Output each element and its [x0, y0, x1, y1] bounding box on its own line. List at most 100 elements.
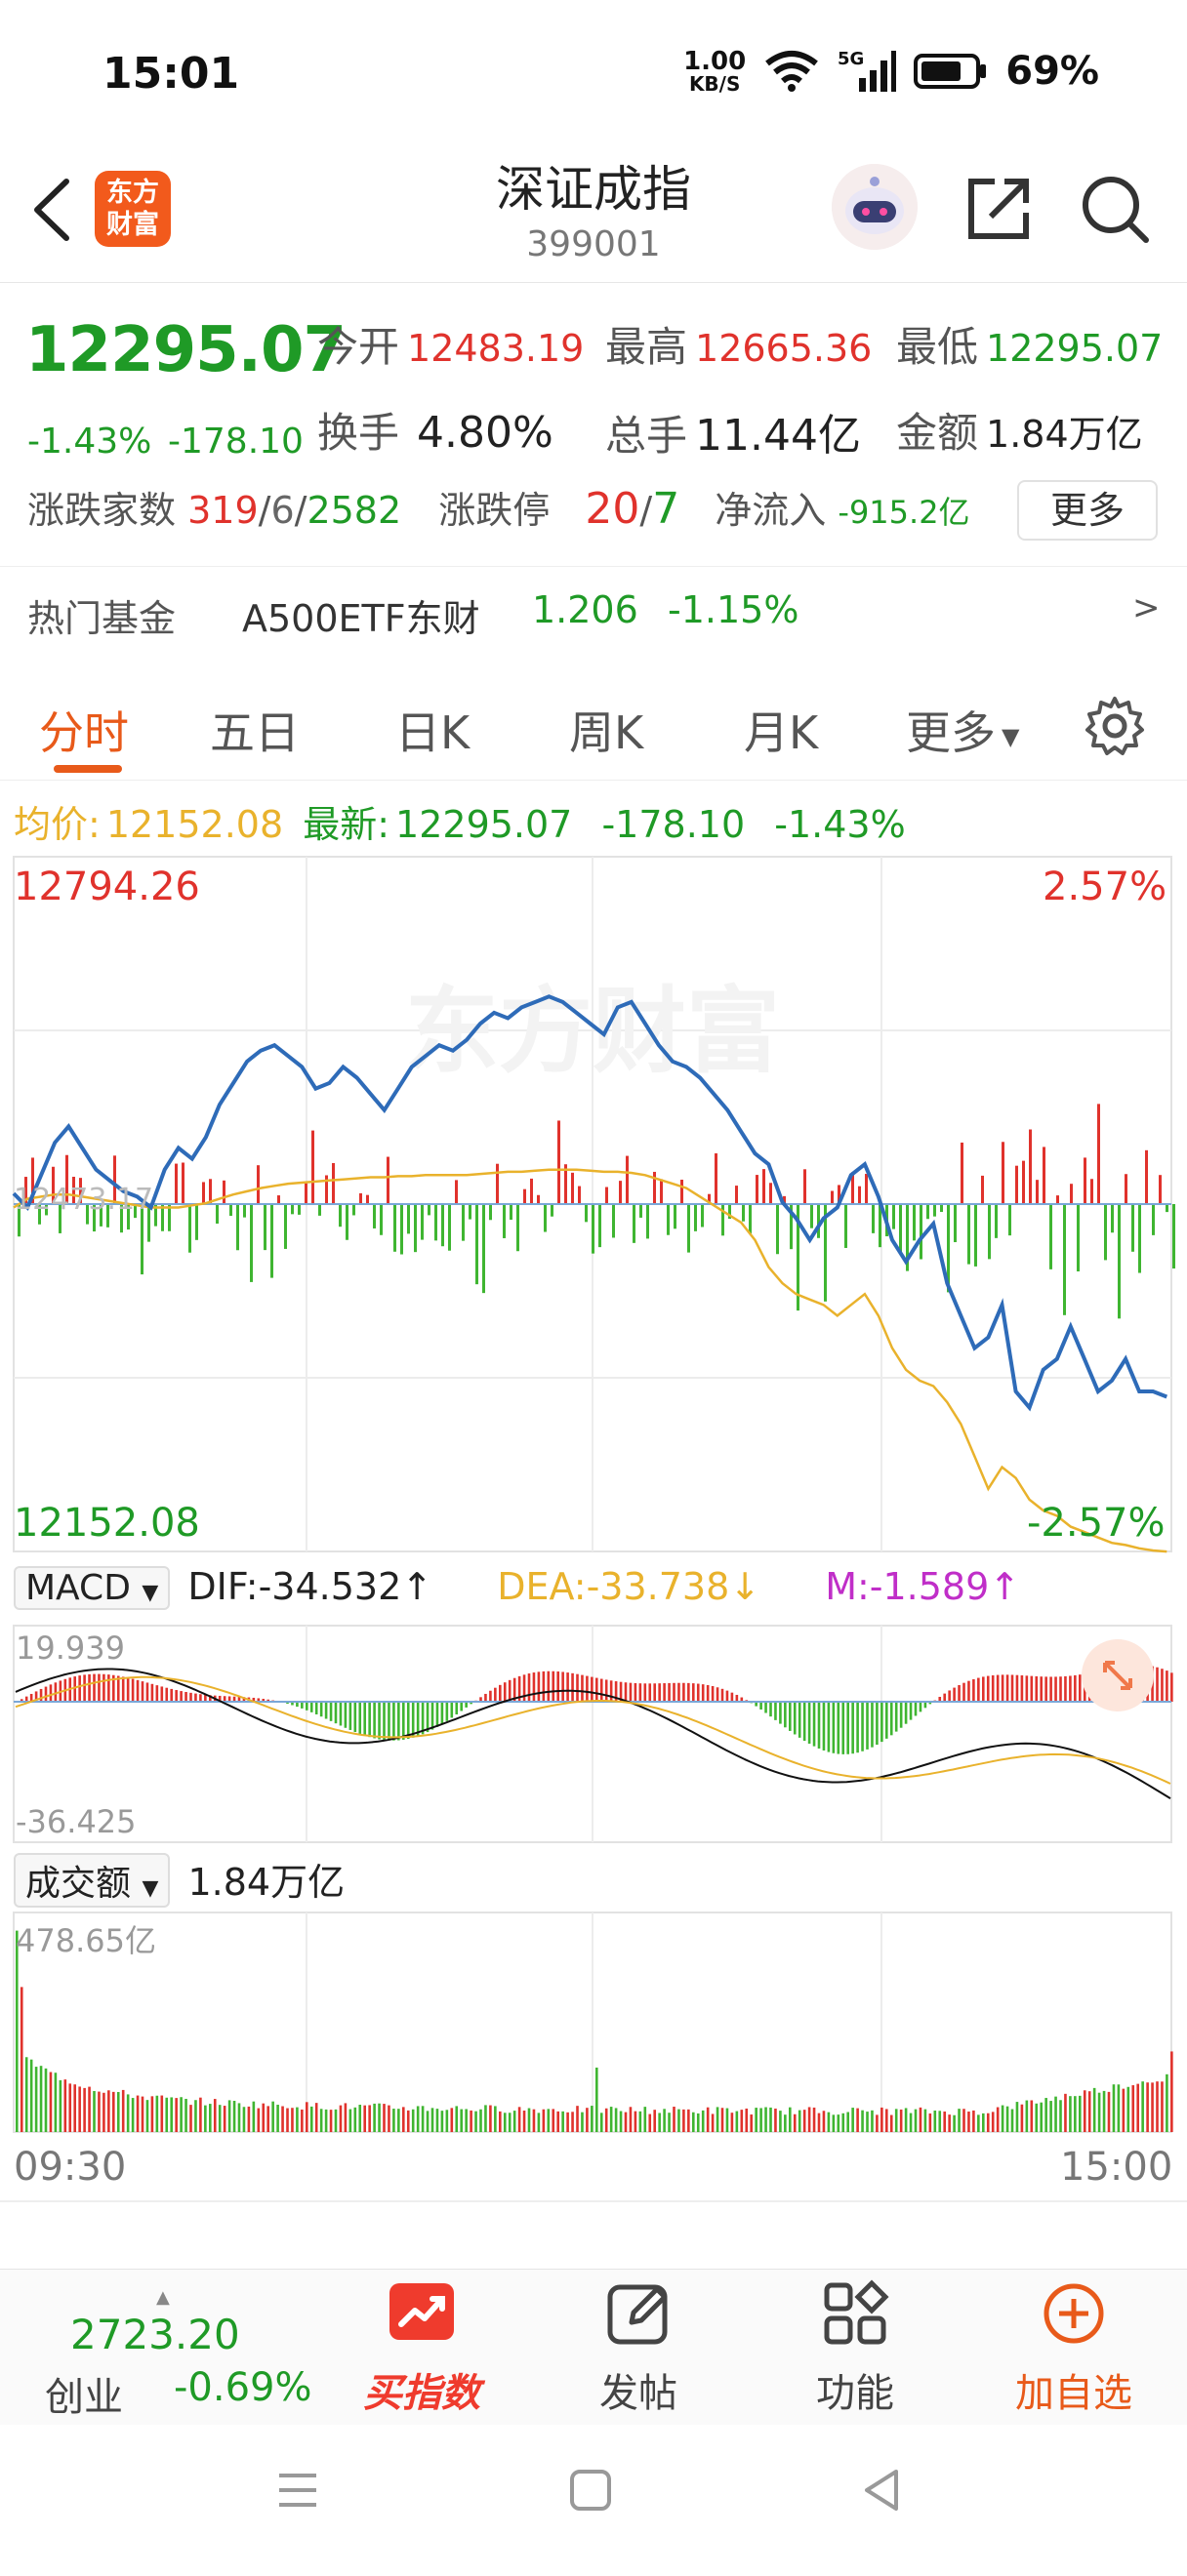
bottom-toolbar: ▲ 2723.20 创业 -0.69% 买指数 发帖 功能 加自选: [0, 2269, 1187, 2425]
macd-bar-up: [986, 1675, 990, 1702]
plus-circle-icon: [1044, 2283, 1104, 2344]
amount-bar-down: [1092, 2087, 1096, 2132]
macd-bar-up: [499, 1684, 502, 1702]
amount-bar-up: [586, 2108, 589, 2132]
flow-bar-down: [380, 1204, 383, 1235]
amount-bar-up: [406, 2110, 410, 2132]
amount-bar-up: [822, 2111, 826, 2132]
macd-bar-up: [706, 1684, 710, 1702]
macd-bar-down: [876, 1702, 879, 1746]
amount-bar-down: [953, 2114, 956, 2132]
macd-bar-up: [648, 1683, 652, 1702]
macd-bar-up: [962, 1682, 965, 1702]
amount-bar-up: [682, 2109, 685, 2132]
amount-bar-up: [556, 2111, 559, 2132]
add-watchlist-button[interactable]: 加自选: [986, 2279, 1162, 2418]
amount-bar-up: [1064, 2093, 1067, 2132]
amount-bar-down: [324, 2109, 328, 2132]
macd-bar-up: [1010, 1674, 1014, 1702]
macd-bar-up: [170, 1688, 173, 1702]
flow-bar-up: [305, 1183, 307, 1204]
macd-bar-up: [552, 1670, 555, 1702]
macd-bar-down: [426, 1702, 430, 1733]
flow-bar-down: [988, 1204, 991, 1260]
amount-bar-down: [696, 2113, 700, 2132]
linked-index[interactable]: ▲ 2723.20 创业 -0.69%: [20, 2287, 342, 2420]
amount-bar-down: [276, 2105, 279, 2132]
flow-bar-up: [571, 1172, 574, 1204]
amount-bar-up: [1136, 2083, 1139, 2132]
back-icon[interactable]: [859, 2468, 904, 2513]
macd-bar-up: [542, 1670, 546, 1702]
flow-bar-up: [175, 1163, 178, 1204]
macd-bar-down: [899, 1702, 903, 1728]
macd-bar-down: [764, 1702, 767, 1713]
pct-top-label: 2.57%: [1043, 865, 1167, 909]
amount-bar-down: [252, 2101, 256, 2132]
amount-bar-down: [735, 2111, 739, 2132]
flow-bar-up: [530, 1178, 533, 1204]
macd-top-label: 19.939: [16, 1630, 125, 1667]
flow-bar-down: [1049, 1204, 1052, 1269]
amount-bar-down: [1005, 2106, 1009, 2132]
macd-bar-up: [547, 1670, 551, 1702]
expand-icon[interactable]: [1082, 1639, 1154, 1711]
amount-bar-up: [83, 2087, 86, 2132]
macd-bar-up: [145, 1682, 149, 1702]
macd-bar-up: [150, 1683, 154, 1702]
menu-icon[interactable]: [275, 2468, 320, 2513]
flow-bar-up: [1056, 1195, 1059, 1204]
macd-bar-down: [368, 1702, 371, 1738]
intraday-chart[interactable]: 东方财富: [0, 0, 1187, 2264]
amount-bar-down: [609, 2107, 613, 2132]
amount-bar-up: [711, 2113, 715, 2132]
flow-bar-down: [428, 1204, 430, 1216]
amount-selector[interactable]: 成交额 ▼: [14, 1853, 171, 1908]
home-icon[interactable]: [568, 2468, 613, 2513]
amount-bar-up: [774, 2108, 777, 2132]
amount-bar-up: [856, 2108, 859, 2132]
macd-bar-down: [871, 1702, 874, 1748]
amount-bar-down: [411, 2109, 415, 2132]
flow-bar-down: [462, 1204, 465, 1241]
amount-bar-up: [1083, 2090, 1086, 2132]
amount-bar-up: [1020, 2104, 1024, 2132]
amount-bar-up: [281, 2106, 284, 2132]
macd-bar-up: [1064, 1675, 1067, 1702]
flow-bar-down: [236, 1204, 239, 1251]
macd-bar-up: [725, 1690, 729, 1702]
flow-bar-down: [667, 1204, 670, 1235]
flow-bar-up: [1097, 1104, 1100, 1204]
amount-bar-up: [499, 2111, 502, 2132]
amount-bar-up: [301, 2109, 304, 2132]
amount-bar-down: [789, 2107, 792, 2132]
function-button[interactable]: 功能: [767, 2279, 943, 2418]
macd-bar-down: [793, 1702, 797, 1735]
post-button[interactable]: 发帖: [551, 2279, 726, 2418]
macd-bar-down: [430, 1702, 434, 1730]
amount-bar-down: [54, 2073, 58, 2132]
macd-bar-up: [977, 1677, 980, 1702]
macd-selector[interactable]: MACD ▼: [14, 1566, 171, 1610]
macd-bar-down: [421, 1702, 425, 1735]
amount-bar-down: [296, 2107, 299, 2132]
amount-bar-down: [581, 2112, 584, 2132]
macd-bar-up: [175, 1690, 178, 1702]
amount-bar-up: [629, 2107, 633, 2132]
flow-bar-up: [715, 1153, 717, 1204]
amount-bar-down: [658, 2113, 661, 2132]
buy-index-button[interactable]: 买指数: [334, 2279, 510, 2418]
flow-bar-down: [776, 1204, 779, 1255]
macd-bar-up: [73, 1676, 76, 1702]
amount-bar-up: [943, 2111, 946, 2132]
amount-bar-up: [624, 2112, 628, 2132]
amount-bar-down: [871, 2110, 874, 2132]
amount-bar-up: [136, 2095, 140, 2132]
macd-bar-up: [595, 1677, 598, 1702]
avg-price-series: [13, 1168, 1167, 1553]
macd-bar-down: [851, 1702, 854, 1754]
flow-bar-down: [646, 1204, 649, 1239]
macd-bar-up: [663, 1683, 666, 1702]
amount-bar-down: [435, 2109, 439, 2132]
amount-bar-down: [827, 2112, 831, 2132]
